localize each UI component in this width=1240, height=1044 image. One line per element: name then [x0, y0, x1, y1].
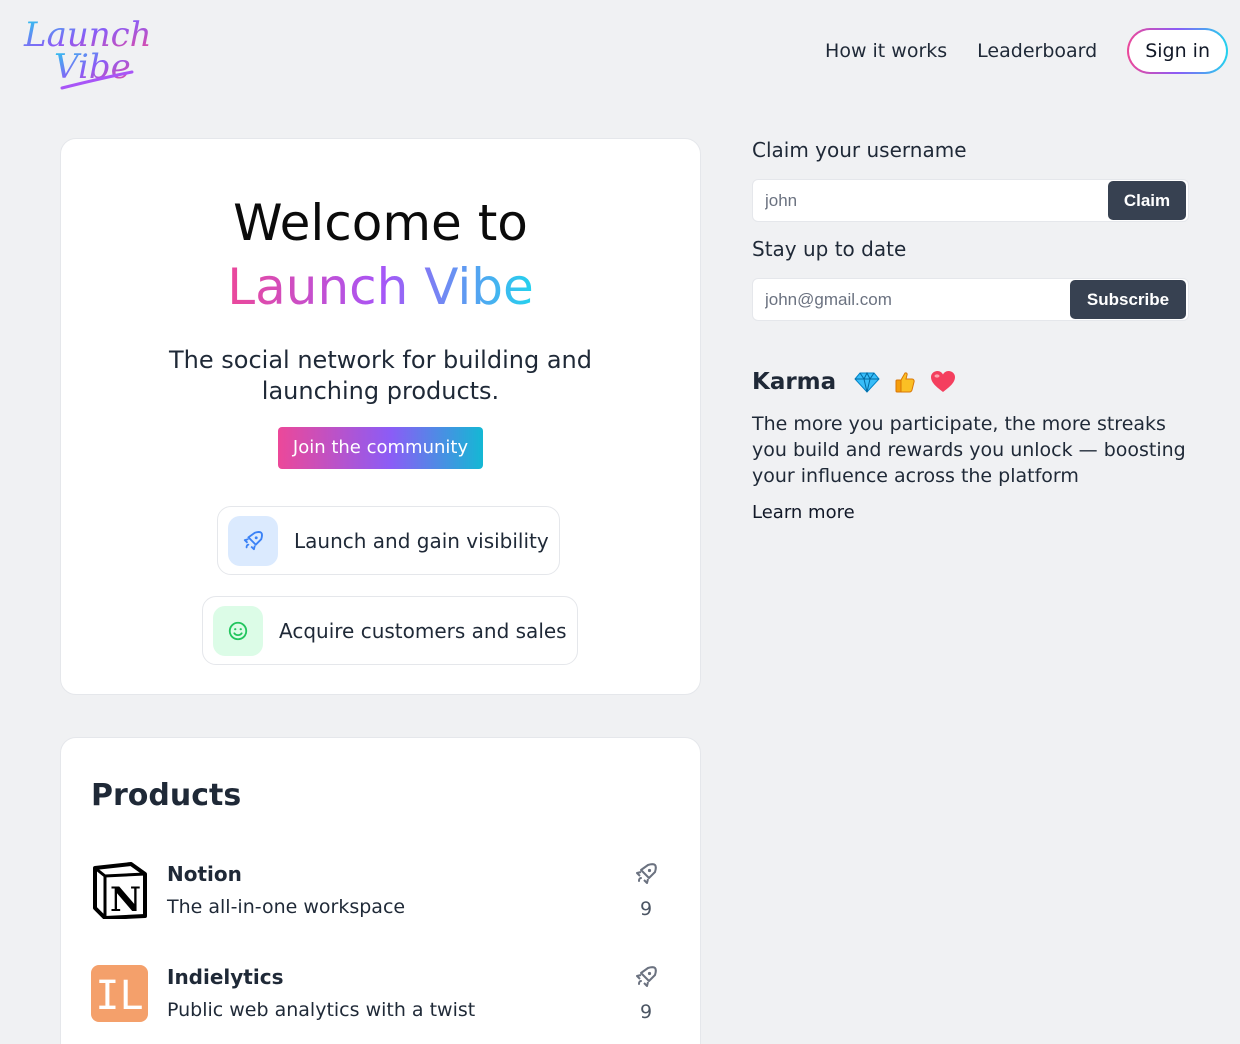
- subscribe-form: Subscribe: [752, 278, 1189, 321]
- page: Launch Vibe How it works Leaderboard Sig…: [0, 0, 1240, 1044]
- stay-up-to-date-label: Stay up to date: [752, 237, 907, 261]
- karma-description: The more you participate, the more strea…: [752, 413, 1186, 487]
- welcome-title-line1: Welcome to: [233, 194, 528, 252]
- rocket-icon: [243, 530, 263, 550]
- signin-border: Sign in: [1127, 28, 1228, 74]
- nav-leaderboard[interactable]: Leaderboard: [977, 40, 1097, 62]
- products-heading: Products: [91, 778, 242, 813]
- username-input[interactable]: [755, 182, 1108, 219]
- learn-more-link[interactable]: Learn more: [752, 502, 855, 523]
- feature-acquire: Acquire customers and sales: [202, 596, 578, 665]
- rocket-icon: [636, 966, 657, 987]
- indielytics-logo-icon: IL: [91, 965, 148, 1022]
- smile-icon: [228, 621, 248, 640]
- nav-how-it-works[interactable]: How it works: [825, 40, 947, 62]
- welcome-card: Welcome to Launch Vibe The social networ…: [60, 138, 701, 695]
- products-card: Products N Notion The all-in-one workspa…: [60, 737, 701, 1044]
- product-description: The all-in-one workspace: [167, 896, 406, 918]
- top-nav: How it works Leaderboard Sign in: [825, 28, 1228, 74]
- indielytics-logo-letters: IL: [95, 973, 143, 1019]
- welcome-title-brand: Launch Vibe: [227, 255, 533, 319]
- launch-vibe-logo[interactable]: Launch Vibe: [22, 8, 152, 92]
- product-row-indielytics[interactable]: IL Indielytics Public web analytics with…: [91, 965, 666, 1025]
- product-name: Indielytics: [167, 965, 284, 989]
- signin-button[interactable]: Sign in: [1129, 30, 1226, 72]
- rocket-icon: [636, 863, 657, 884]
- vote-count: 9: [639, 1001, 653, 1023]
- feature-acquire-label: Acquire customers and sales: [279, 618, 567, 643]
- product-row-notion[interactable]: N Notion The all-in-one workspace 9: [91, 862, 666, 922]
- product-description: Public web analytics with a twist: [167, 999, 476, 1021]
- notion-logo-letter: N: [110, 880, 141, 919]
- karma-title: Karma: [752, 369, 837, 395]
- welcome-title: Welcome to Launch Vibe: [61, 191, 700, 319]
- heart-icon: [930, 370, 956, 394]
- product-vote[interactable]: 9: [626, 862, 666, 920]
- vote-count: 9: [639, 898, 653, 920]
- notion-logo-icon: N: [93, 862, 147, 919]
- claim-button[interactable]: Claim: [1108, 181, 1186, 220]
- join-community-button[interactable]: Join the community: [277, 427, 484, 469]
- email-input[interactable]: [755, 281, 1070, 318]
- product-name: Notion: [167, 862, 242, 886]
- feature-launch-icon-bg: [228, 515, 278, 566]
- claim-username-label: Claim your username: [752, 138, 967, 162]
- gem-icon: [854, 371, 880, 393]
- thumbs-up-icon: [893, 370, 917, 394]
- product-vote[interactable]: 9: [626, 965, 666, 1023]
- karma-header: Karma: [752, 369, 969, 395]
- tagline: The social network for building and laun…: [169, 346, 592, 405]
- claim-username-form: Claim: [752, 179, 1189, 222]
- feature-launch-label: Launch and gain visibility: [294, 528, 549, 553]
- subscribe-button[interactable]: Subscribe: [1070, 280, 1186, 319]
- feature-launch: Launch and gain visibility: [217, 506, 560, 575]
- feature-acquire-icon-bg: [213, 605, 263, 656]
